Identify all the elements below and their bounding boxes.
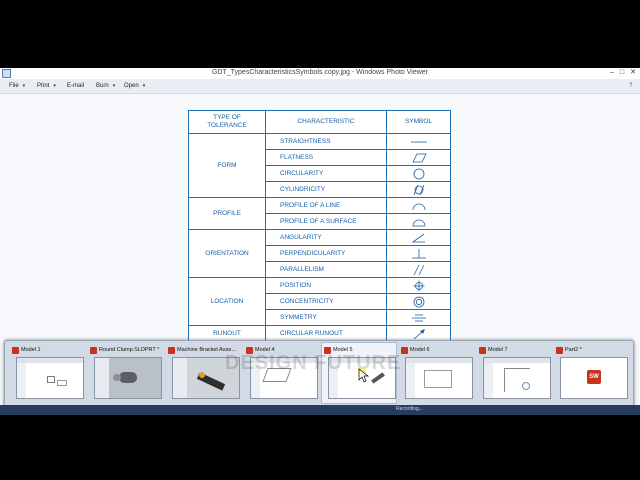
parallelism-icon xyxy=(413,264,424,275)
header-type-line1: TYPE OF xyxy=(213,114,241,121)
menu-email-label: E-mail xyxy=(67,83,85,89)
type-location: LOCATION xyxy=(188,277,266,326)
profile-surface-icon xyxy=(412,219,425,226)
window-preview xyxy=(16,357,84,399)
solidworks-icon xyxy=(90,347,97,354)
table-row: FORM STRAIGHTNESS xyxy=(188,133,451,198)
characteristic-cell: FLATNESS xyxy=(265,149,387,166)
characteristic-cell: SYMMETRY xyxy=(265,309,387,326)
menu-file[interactable]: File ▾ xyxy=(9,79,25,93)
circular-runout-icon xyxy=(413,328,425,339)
characteristic-cell: POSITION xyxy=(265,277,387,294)
concentricity-icon xyxy=(413,296,424,307)
maximize-button[interactable]: □ xyxy=(617,68,627,78)
position-icon xyxy=(413,280,424,291)
straightness-icon xyxy=(410,141,427,142)
type-form: FORM xyxy=(188,133,266,198)
logo-preview: SW xyxy=(560,357,628,399)
thumbnail-label: Model 6 xyxy=(410,347,430,353)
menu-burn-label: Burn xyxy=(96,83,109,89)
table-row: ORIENTATION ANGULARITY xyxy=(188,229,451,278)
symbol-cell xyxy=(386,309,451,326)
symbol-cell xyxy=(386,213,451,230)
characteristic-cell: PARALLELISM xyxy=(265,261,387,278)
characteristic-cell: CONCENTRICITY xyxy=(265,293,387,310)
symbol-cell xyxy=(386,133,451,150)
help-icon[interactable]: ? xyxy=(629,79,632,93)
thumbnail-model-1[interactable]: Model 1 xyxy=(10,343,84,403)
header-symbol: SYMBOL xyxy=(386,110,451,134)
type-orientation: ORIENTATION xyxy=(188,229,266,278)
characteristic-cell: STRAIGHTNESS xyxy=(265,133,387,150)
symbol-cell xyxy=(386,149,451,166)
chevron-down-icon: ▾ xyxy=(53,83,56,89)
gdt-table: TYPE OF TOLERANCE CHARACTERISTIC SYMBOL F… xyxy=(188,110,451,342)
solidworks-icon xyxy=(12,347,19,354)
flatness-icon xyxy=(411,153,427,162)
characteristic-cell: CYLINDRICITY xyxy=(265,181,387,198)
solidworks-icon xyxy=(401,347,408,354)
chevron-down-icon: ▾ xyxy=(142,83,146,89)
symbol-cell xyxy=(386,261,451,278)
thumbnail-model-6[interactable]: Model 6 xyxy=(399,343,473,403)
symbol-cell xyxy=(386,229,451,246)
recording-label: Recording... xyxy=(396,406,423,412)
table-header-row: TYPE OF TOLERANCE CHARACTERISTIC SYMBOL xyxy=(188,110,451,134)
chevron-down-icon: ▾ xyxy=(22,83,26,89)
part-preview xyxy=(94,357,162,399)
symbol-cell xyxy=(386,293,451,310)
window-title: GDT_TypesCharacteristicsSymbols copy.jpg… xyxy=(211,69,429,76)
solidworks-icon xyxy=(556,347,563,354)
symbol-cell xyxy=(386,277,451,294)
characteristic-cell: PROFILE OF A SURFACE xyxy=(265,213,387,230)
characteristic-cell: ANGULARITY xyxy=(265,229,387,246)
table-row: LOCATION POSITION xyxy=(188,277,451,326)
thumbnail-model-7[interactable]: Model 7 xyxy=(477,343,551,403)
close-button[interactable]: ✕ xyxy=(628,68,638,78)
menu-open-label: Open xyxy=(124,83,139,89)
thumbnail-label: Round Clamp.SLDPRT * xyxy=(99,347,160,353)
menu-bar: File ▾ Print ▾ E-mail Burn ▾ Open ▾ ? xyxy=(0,79,640,94)
solidworks-icon xyxy=(479,347,486,354)
thumbnail-round-clamp[interactable]: Round Clamp.SLDPRT * xyxy=(88,343,162,403)
symbol-cell xyxy=(386,197,451,214)
symbol-cell xyxy=(386,181,451,198)
window-preview xyxy=(405,357,473,399)
table-row: PROFILE PROFILE OF A LINE xyxy=(188,197,451,230)
menu-open[interactable]: Open ▾ xyxy=(124,79,145,93)
angularity-icon xyxy=(411,233,425,242)
windows-taskbar xyxy=(0,405,640,415)
type-profile: PROFILE xyxy=(188,197,266,230)
menu-print-label: Print xyxy=(37,83,50,89)
header-type: TYPE OF TOLERANCE xyxy=(188,110,266,134)
menu-file-label: File xyxy=(9,83,19,89)
menu-burn[interactable]: Burn ▾ xyxy=(96,79,115,93)
thumbnail-label: Model 1 xyxy=(21,347,41,353)
symbol-cell xyxy=(386,165,451,182)
symmetry-icon xyxy=(411,314,426,321)
watermark: DESIGN FUTURE xyxy=(225,352,402,374)
window-preview xyxy=(483,357,551,399)
characteristic-cell: PERPENDICULARITY xyxy=(265,245,387,262)
mouse-cursor-icon xyxy=(358,368,370,383)
header-characteristic: CHARACTERISTIC xyxy=(265,110,387,134)
cylindricity-icon xyxy=(413,184,424,195)
header-type-line2: TOLERANCE xyxy=(207,122,247,129)
perpendicularity-icon xyxy=(411,248,426,258)
characteristic-cell: CIRCULARITY xyxy=(265,165,387,182)
thumbnail-label: Part2 * xyxy=(565,347,582,353)
thumbnail-label: Model 7 xyxy=(488,347,508,353)
characteristic-cell: PROFILE OF A LINE xyxy=(265,197,387,214)
thumbnail-part2[interactable]: Part2 * SW xyxy=(554,343,628,403)
minimize-button[interactable]: – xyxy=(607,68,617,78)
menu-print[interactable]: Print ▾ xyxy=(37,79,56,93)
profile-line-icon xyxy=(412,203,425,210)
symbol-cell xyxy=(386,245,451,262)
chevron-down-icon: ▾ xyxy=(112,83,116,89)
solidworks-logo: SW xyxy=(587,370,601,384)
solidworks-icon xyxy=(168,347,175,354)
circularity-icon xyxy=(413,168,424,179)
menu-email[interactable]: E-mail xyxy=(67,79,84,93)
